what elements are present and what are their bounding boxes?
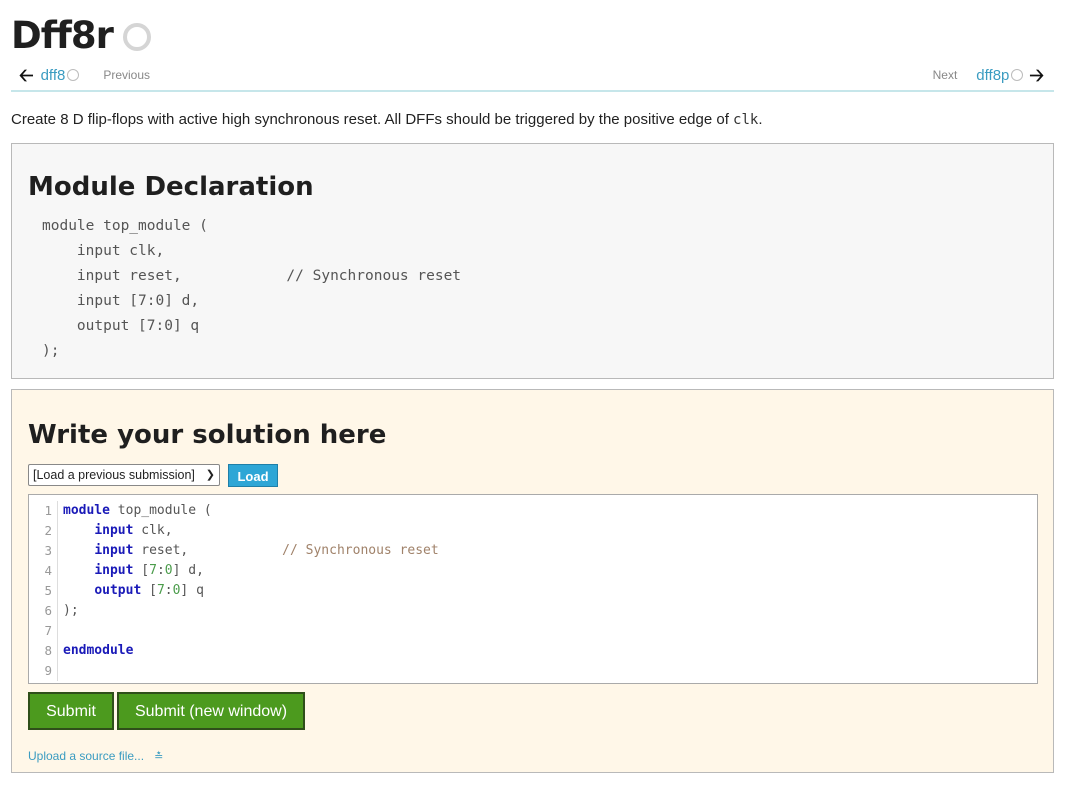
next-label: Next — [932, 68, 958, 82]
load-button[interactable]: Load — [228, 464, 278, 487]
submit-new-window-button[interactable]: Submit (new window) — [117, 692, 305, 730]
page-title: Dff8r — [11, 13, 114, 57]
select-value: [Load a previous submission] — [33, 468, 195, 482]
line-number: 6 — [29, 601, 58, 621]
arrow-right-icon[interactable]: 🡢 — [1029, 66, 1044, 84]
previous-label: Previous — [103, 68, 151, 82]
double-chevron-down-icon[interactable]: ≛ — [154, 751, 163, 763]
solution-heading: Write your solution here — [28, 420, 387, 450]
chevron-down-icon: ❯ — [205, 469, 215, 481]
description-end: . — [758, 111, 763, 128]
upload-link[interactable]: Upload a source file... — [28, 749, 144, 763]
status-circle-icon — [122, 23, 151, 51]
line-number: 8 — [29, 641, 58, 661]
code-line: input reset, // Synchronous reset — [94, 543, 439, 558]
previous-submission-select[interactable]: [Load a previous submission] ❯ — [28, 464, 220, 486]
line-number: 2 — [29, 521, 58, 541]
problem-navigation: 🡠 dff8 Previous Next dff8p 🡢 — [11, 64, 1054, 92]
description-text: Create 8 D flip-flops with active high s… — [11, 111, 729, 128]
line-number-gutter: 1 2 3 4 5 6 7 8 9 — [29, 501, 58, 681]
upload-source-file[interactable]: Upload a source file... ≛ — [28, 749, 163, 763]
code-line: input clk, — [94, 523, 173, 538]
submit-button[interactable]: Submit — [28, 692, 114, 730]
next-nav: Next dff8p 🡢 — [933, 66, 1044, 84]
editor-code[interactable]: module top_module ( input clk, input res… — [63, 501, 439, 681]
module-declaration-panel: Module Declaration module top_module ( i… — [11, 143, 1054, 379]
code-line: ); — [63, 603, 79, 618]
code-line: module top_module ( — [63, 503, 212, 518]
status-circle-icon — [1011, 69, 1024, 81]
code-line: endmodule — [63, 643, 134, 658]
solution-panel: Write your solution here [Load a previou… — [11, 389, 1054, 773]
line-number: 1 — [29, 501, 58, 521]
line-number: 9 — [29, 661, 58, 681]
description-code: clk — [733, 112, 759, 128]
page-header: Dff8r — [11, 10, 151, 60]
problem-description: Create 8 D flip-flops with active high s… — [11, 111, 763, 128]
code-line: output [7:0] q — [94, 583, 204, 598]
line-number: 3 — [29, 541, 58, 561]
module-declaration-code: module top_module ( input clk, input res… — [42, 218, 462, 359]
code-editor[interactable]: 1 2 3 4 5 6 7 8 9 module top_module ( in… — [28, 494, 1038, 684]
code-line: input [7:0] d, — [94, 563, 204, 578]
line-number: 5 — [29, 581, 58, 601]
status-circle-icon — [67, 69, 80, 81]
previous-nav: 🡠 dff8 Previous — [19, 66, 150, 84]
line-number: 4 — [29, 561, 58, 581]
module-declaration-heading: Module Declaration — [28, 172, 314, 202]
line-number: 7 — [29, 621, 58, 641]
previous-problem-link[interactable]: dff8 — [41, 67, 66, 84]
arrow-left-icon[interactable]: 🡠 — [19, 66, 34, 84]
next-problem-link[interactable]: dff8p — [976, 67, 1009, 84]
